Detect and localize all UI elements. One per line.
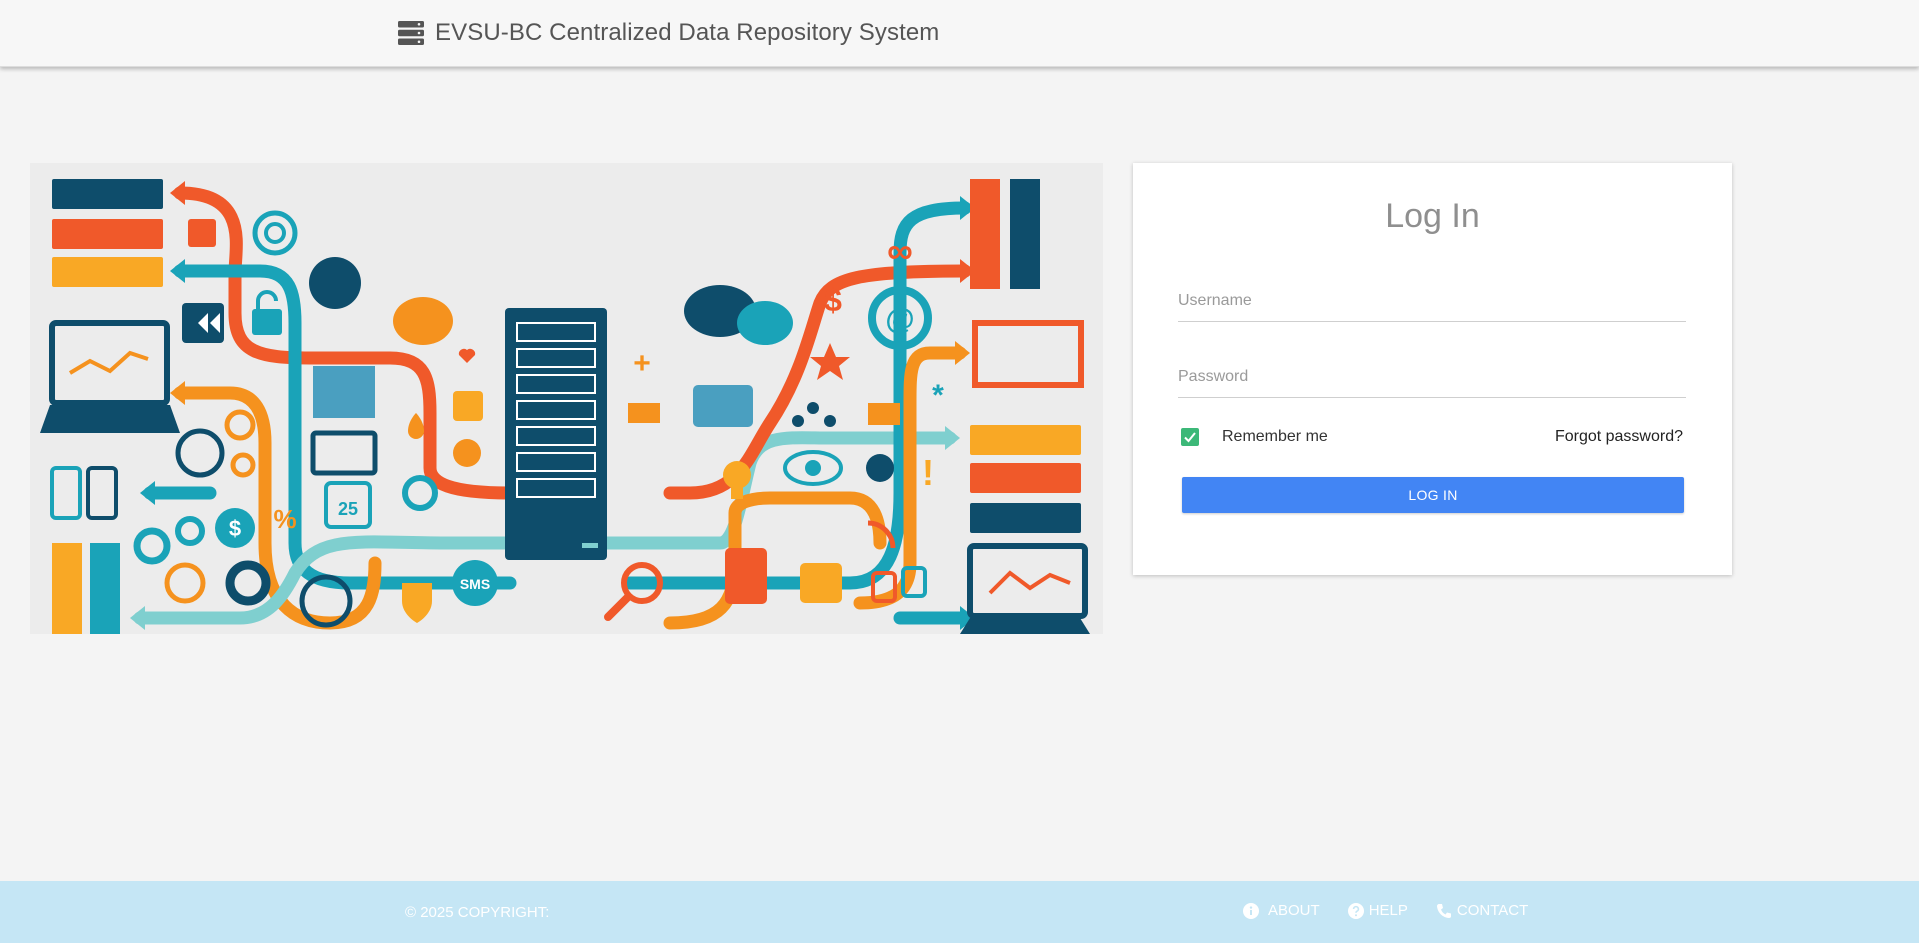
dollar-label: $	[229, 516, 241, 541]
footer-about-label: ABOUT	[1268, 902, 1320, 919]
footer-help-link[interactable]: HELP	[1347, 902, 1408, 919]
top-navbar: EVSU-BC Centralized Data Repository Syst…	[0, 0, 1919, 67]
illustration-graphic: $ % 25 SMS + $ ∞ @ * !	[30, 163, 1103, 634]
brand[interactable]: EVSU-BC Centralized Data Repository Syst…	[398, 19, 939, 47]
plus-label: +	[633, 347, 651, 380]
dollar-sign-label: $	[824, 282, 842, 318]
check-icon	[1184, 432, 1196, 443]
data-network-illustration: $ % 25 SMS + $ ∞ @ * !	[30, 163, 1103, 634]
footer-contact-link[interactable]: CONTACT	[1436, 902, 1528, 919]
percent-label: %	[273, 504, 296, 534]
page-title: EVSU-BC Centralized Data Repository Syst…	[435, 19, 940, 46]
question-icon	[1347, 902, 1364, 919]
info-icon	[1243, 902, 1259, 919]
footer-links: ABOUT HELP CONTACT	[1243, 902, 1528, 919]
infinity-label: ∞	[887, 230, 913, 271]
footer-help-label: HELP	[1368, 902, 1408, 919]
exclaim-label: !	[922, 452, 934, 493]
phone-icon	[1436, 903, 1451, 918]
username-input[interactable]	[1178, 281, 1686, 322]
at-label: @	[885, 303, 914, 336]
login-card: Log In Remember me Forgot password? LOG …	[1133, 163, 1732, 575]
footer: © 2025 COPYRIGHT: ABOUT HELP CONTACT	[0, 881, 1919, 943]
remember-me-label: Remember me	[1222, 428, 1328, 445]
asterisk-label: *	[932, 379, 944, 412]
password-input[interactable]	[1178, 357, 1686, 398]
copyright-text: © 2025 COPYRIGHT:	[405, 904, 550, 921]
footer-about-link[interactable]: ABOUT	[1243, 902, 1320, 919]
calendar-day-label: 25	[338, 499, 358, 519]
remember-me[interactable]: Remember me	[1181, 428, 1328, 446]
forgot-password-link[interactable]: Forgot password?	[1555, 428, 1683, 446]
login-title: Log In	[1385, 197, 1480, 235]
sms-label: SMS	[460, 576, 490, 592]
login-button[interactable]: LOG IN	[1182, 477, 1684, 513]
remember-me-checkbox[interactable]	[1181, 428, 1199, 446]
server-stack-icon	[398, 21, 424, 45]
footer-contact-label: CONTACT	[1456, 902, 1529, 919]
